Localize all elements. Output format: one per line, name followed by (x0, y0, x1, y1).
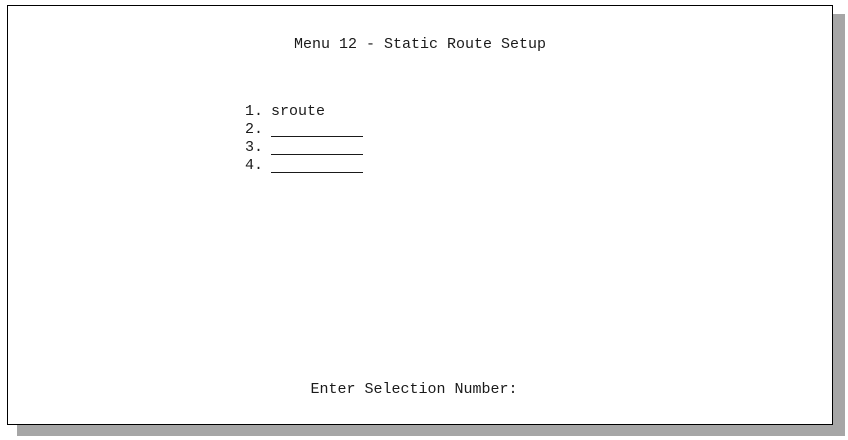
terminal-screen: Menu 12 - Static Route Setup 1. sroute 2… (7, 5, 833, 425)
route-item-1[interactable]: 1. sroute (245, 103, 363, 121)
route-item-number: 1. (245, 103, 264, 120)
route-item-4[interactable]: 4. (245, 157, 363, 175)
route-item-number: 3. (245, 139, 264, 156)
route-list: 1. sroute 2. 3. 4. (245, 103, 363, 175)
route-item-number: 4. (245, 157, 264, 174)
route-item-3[interactable]: 3. (245, 139, 363, 157)
selection-prompt: Enter Selection Number: (8, 381, 832, 398)
menu-title: Menu 12 - Static Route Setup (293, 36, 547, 53)
route-item-empty-slot (271, 140, 363, 155)
route-item-2[interactable]: 2. (245, 121, 363, 139)
route-item-empty-slot (271, 122, 363, 137)
selection-prompt-label: Enter Selection Number: (310, 381, 518, 398)
route-item-number: 2. (245, 121, 264, 138)
route-item-empty-slot (271, 158, 363, 173)
route-item-name: sroute (271, 103, 326, 120)
